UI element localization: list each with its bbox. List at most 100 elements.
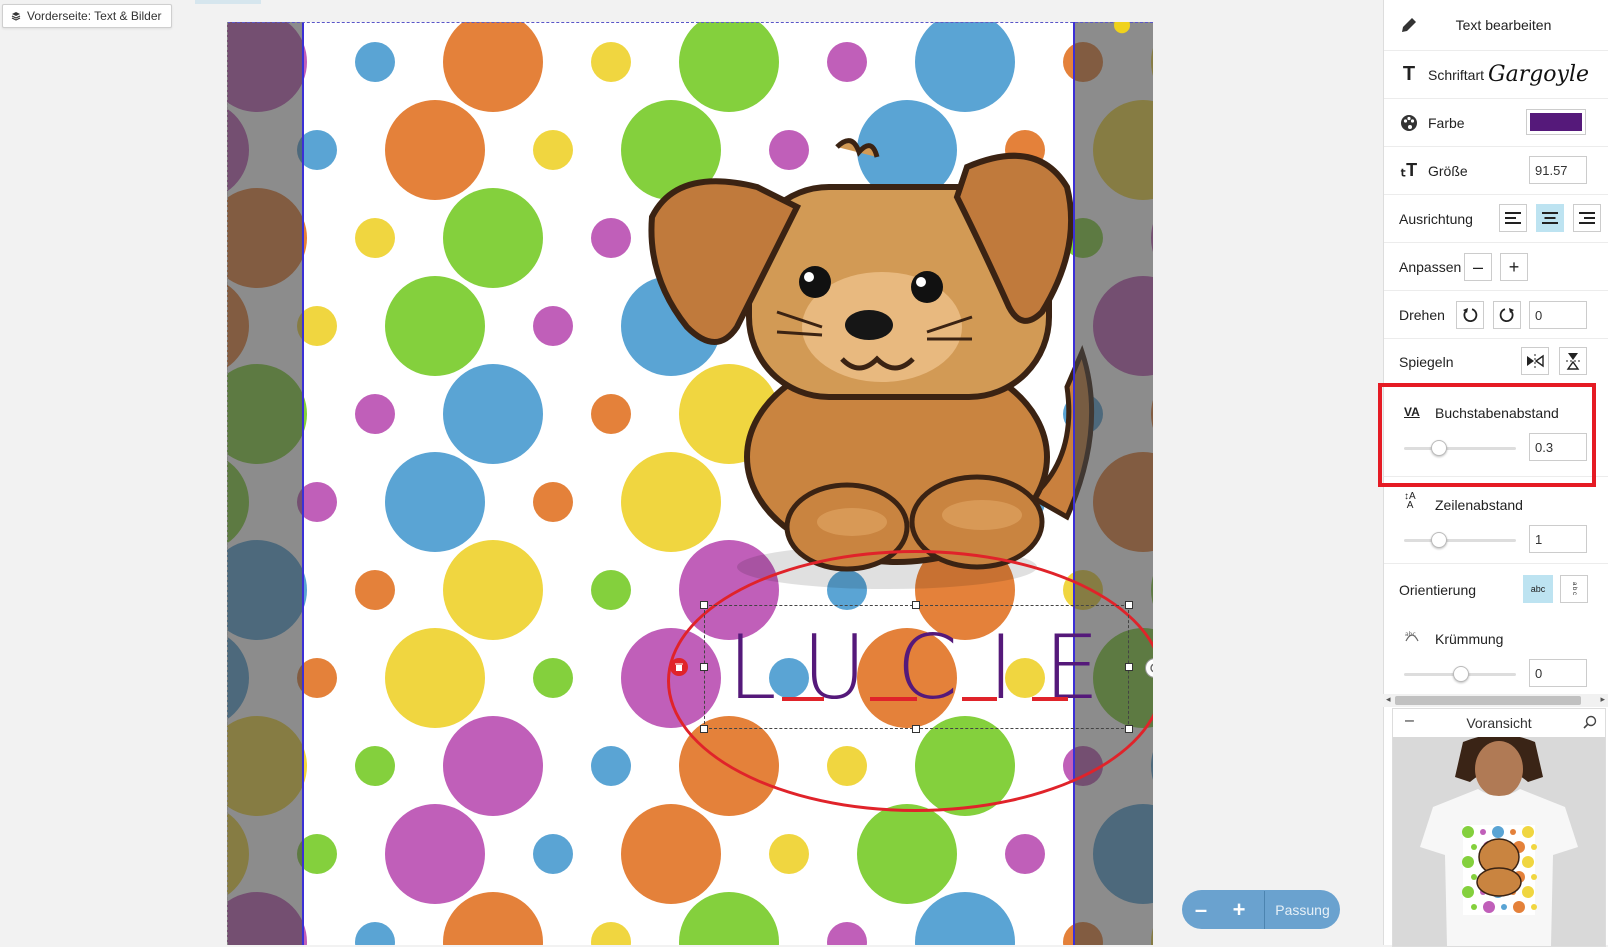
- resize-handle-top-right[interactable]: [1125, 601, 1133, 609]
- selection-box: [704, 605, 1129, 729]
- print-edge-right: [1073, 22, 1075, 945]
- preview-dot: [1462, 856, 1474, 868]
- preview-dot: [1522, 826, 1534, 838]
- magnifier-icon[interactable]: [1583, 715, 1597, 732]
- resize-handle-left[interactable]: [700, 663, 708, 671]
- background-dot: [591, 42, 631, 82]
- font-value[interactable]: Gargoyle: [1488, 62, 1589, 87]
- layer-selector[interactable]: Vorderseite: Text & Bilder: [2, 4, 172, 28]
- rotate-left-button[interactable]: [1456, 301, 1484, 329]
- resize-handle-bottom[interactable]: [912, 725, 920, 733]
- size-label: Größe: [1428, 162, 1468, 179]
- preview-collapse-button[interactable]: –: [1405, 712, 1414, 730]
- top-tab-indicator: [195, 0, 261, 4]
- background-dot: [1005, 834, 1045, 874]
- font-row[interactable]: T Schriftart Gargoyle: [1384, 51, 1608, 99]
- puppy-nose: [845, 310, 893, 340]
- background-dot: [355, 746, 395, 786]
- mirror-label: Spiegeln: [1399, 353, 1454, 370]
- background-dot: [443, 364, 543, 464]
- rotate-input[interactable]: 0: [1529, 301, 1587, 329]
- preview-dot: [1483, 901, 1495, 913]
- background-dot: [679, 892, 779, 945]
- panel-title: Text bearbeiten: [1455, 17, 1552, 33]
- resize-handle-bottom-right[interactable]: [1125, 725, 1133, 733]
- resize-handle-top[interactable]: [912, 601, 920, 609]
- align-left-button[interactable]: [1499, 204, 1527, 232]
- zoom-controls: – + Passung: [1182, 890, 1340, 929]
- panel-header: Text bearbeiten: [1384, 0, 1608, 51]
- background-dot: [591, 746, 631, 786]
- rotate-label: Drehen: [1399, 306, 1445, 323]
- pencil-icon: [1398, 14, 1420, 36]
- background-dot: [385, 276, 485, 376]
- orientation-horizontal-button[interactable]: abc: [1523, 575, 1553, 603]
- background-dot: [827, 42, 867, 82]
- align-center-button[interactable]: [1536, 204, 1564, 232]
- preview-dot: [1492, 826, 1504, 838]
- mirror-horizontal-button[interactable]: [1521, 347, 1549, 375]
- resize-handle-bottom-left[interactable]: [700, 725, 708, 733]
- size-input[interactable]: 91.57: [1529, 156, 1587, 184]
- font-label: Schriftart: [1428, 66, 1485, 83]
- puppy-illustration: [648, 138, 1095, 589]
- align-right-button[interactable]: [1573, 204, 1601, 232]
- scrollbar-thumb[interactable]: [1395, 696, 1581, 705]
- background-dot: [385, 452, 485, 552]
- preview-header: – Voransicht: [1393, 709, 1605, 737]
- zoom-fit-button[interactable]: Passung: [1265, 902, 1340, 918]
- curvature-section: abc Krümmung 0: [1384, 618, 1608, 694]
- background-dot: [621, 804, 721, 904]
- curvature-slider-knob[interactable]: [1453, 666, 1469, 682]
- scroll-left-icon[interactable]: ◂: [1386, 694, 1391, 705]
- color-swatch[interactable]: [1526, 109, 1586, 135]
- preview-dot: [1531, 844, 1537, 850]
- zoom-out-button[interactable]: –: [1182, 897, 1220, 923]
- color-label: Farbe: [1428, 114, 1465, 131]
- layers-icon: [11, 11, 21, 21]
- svg-text:abc: abc: [1405, 631, 1416, 638]
- panel-horizontal-scrollbar[interactable]: ◂ ▸: [1383, 694, 1608, 707]
- delete-element-icon[interactable]: [670, 658, 688, 676]
- preview-title: Voransicht: [1466, 715, 1532, 731]
- zoom-in-button[interactable]: +: [1220, 897, 1258, 923]
- background-dot: [591, 570, 631, 610]
- orientation-label: Orientierung: [1399, 582, 1477, 598]
- print-edge-left: [302, 22, 304, 945]
- font-T-icon: T: [1402, 63, 1416, 85]
- background-dot: [533, 306, 573, 346]
- fit-increase-button[interactable]: +: [1500, 253, 1528, 281]
- design-canvas[interactable]: LUCIE: [227, 22, 1153, 945]
- orientation-vertical-button[interactable]: a b c: [1560, 575, 1588, 603]
- fit-decrease-button[interactable]: –: [1464, 253, 1492, 281]
- line-spacing-input[interactable]: 1: [1529, 525, 1587, 553]
- background-dot: [533, 834, 573, 874]
- background-dot: [915, 22, 1015, 112]
- background-dot: [827, 922, 867, 945]
- rotate-right-button[interactable]: [1493, 301, 1521, 329]
- preview-dot: [1471, 904, 1477, 910]
- resize-handle-top-left[interactable]: [700, 601, 708, 609]
- background-dot: [533, 130, 573, 170]
- fit-label: Anpassen: [1399, 258, 1462, 275]
- annotation-highlight-box: [1378, 383, 1596, 487]
- preview-dot: [1462, 886, 1474, 898]
- preview-dot: [1513, 901, 1525, 913]
- bleed-area-right: [1075, 22, 1153, 945]
- line-spacing-slider-knob[interactable]: [1430, 532, 1447, 548]
- curvature-input[interactable]: 0: [1529, 659, 1587, 687]
- background-dot: [355, 394, 395, 434]
- background-dot: [355, 570, 395, 610]
- resize-handle-right[interactable]: [1125, 663, 1133, 671]
- line-spacing-label: Zeilenabstand: [1435, 497, 1523, 513]
- background-dot: [385, 628, 485, 728]
- scroll-right-icon[interactable]: ▸: [1600, 694, 1605, 705]
- bleed-area-left: [227, 22, 302, 945]
- preview-dot: [1480, 829, 1486, 835]
- mirror-vertical-button[interactable]: [1559, 347, 1587, 375]
- tshirt-preview-image[interactable]: [1393, 737, 1605, 946]
- preview-dot: [1522, 856, 1534, 868]
- line-spacing-slider[interactable]: [1404, 539, 1516, 542]
- puppy-eye-left: [799, 266, 831, 298]
- align-row: Ausrichtung: [1384, 195, 1608, 243]
